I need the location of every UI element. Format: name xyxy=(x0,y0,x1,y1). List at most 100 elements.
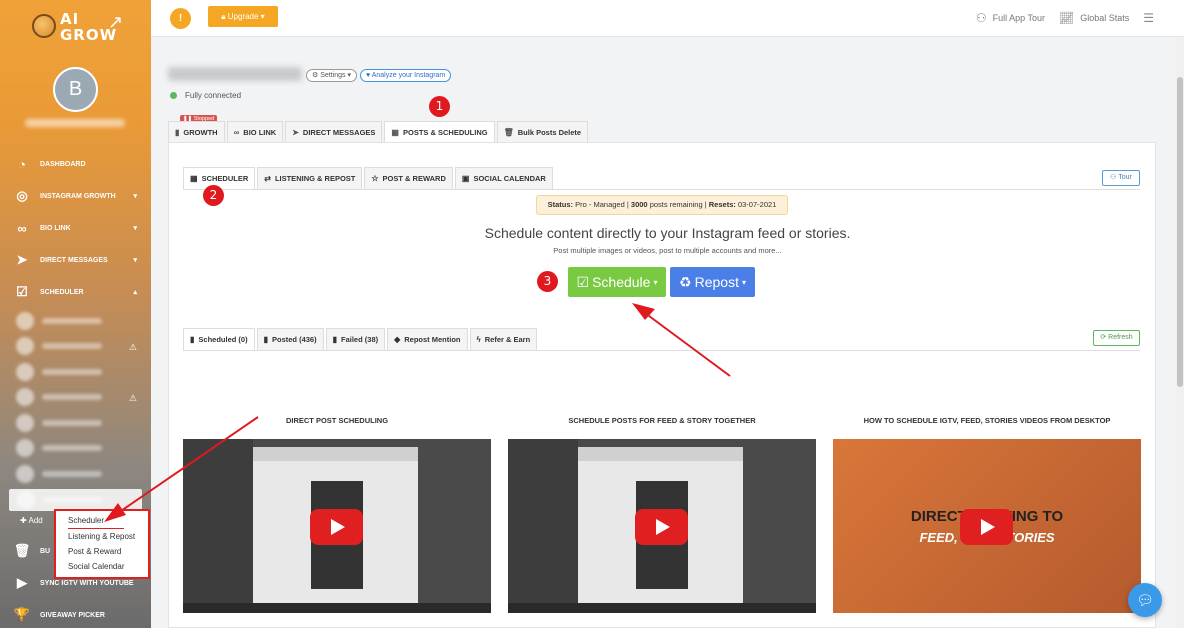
account-item[interactable] xyxy=(0,308,151,334)
alert-button[interactable]: ! xyxy=(170,8,191,29)
chevron-down-icon: ▾ xyxy=(133,257,137,264)
account-item-active[interactable] xyxy=(9,488,142,511)
account-item[interactable] xyxy=(0,359,151,385)
tab-repost-mention[interactable]: ◆ Repost Mention xyxy=(387,328,468,350)
upgrade-button[interactable]: 🔒︎ Upgrade ▾ xyxy=(208,6,278,27)
avatar[interactable]: B xyxy=(53,67,98,112)
account-item[interactable]: ⚠ xyxy=(0,385,151,411)
growth-arrow-icon: ↗ xyxy=(108,12,124,32)
video-title: DIRECT POST SCHEDULING xyxy=(285,416,389,425)
send-icon: ➤ xyxy=(292,127,299,137)
schedule-button[interactable]: ☑ Schedule ▾ xyxy=(568,267,666,297)
globe-icon xyxy=(32,14,56,38)
calendar-check-icon: ☑ xyxy=(576,273,590,290)
account-avatar xyxy=(16,439,34,458)
tab-bio-link[interactable]: ∞ BIO LINK xyxy=(226,121,284,142)
subtab-listening-repost[interactable]: ⇄ LISTENING & REPOST xyxy=(257,167,363,189)
chevron-down-icon: ▾ xyxy=(653,277,658,287)
divider xyxy=(183,350,1140,351)
play-icon[interactable] xyxy=(960,509,1013,545)
refresh-button[interactable]: ⟳ Refresh xyxy=(1093,330,1140,346)
topbar: ! 🔒︎ Upgrade ▾ ⚇ Full App Tour 📈︎ Global… xyxy=(151,0,1184,37)
bar-chart-icon: ▮ xyxy=(175,127,180,137)
play-icon[interactable] xyxy=(635,509,688,545)
account-avatar xyxy=(16,464,34,483)
video-thumbnail-igtv[interactable]: DIRECT POSTING TO FEED, IGTV, STORIES xyxy=(833,439,1141,613)
account-item[interactable]: ⚠ xyxy=(0,334,151,360)
app-logo[interactable]: AI GROW ↗ xyxy=(30,10,124,44)
bar-chart-icon: ▮ xyxy=(263,335,268,344)
tab-posts-scheduling[interactable]: ▦ POSTS & SCHEDULING xyxy=(384,121,495,143)
chevron-down-icon: ▾ xyxy=(133,193,137,200)
subtab-social-calendar[interactable]: ▣ SOCIAL CALENDAR xyxy=(454,167,553,189)
sidebar-item-label: GIVEAWAY PICKER xyxy=(40,611,105,619)
sidebar-item-instagram-growth[interactable]: ◎ INSTAGRAM GROWTH ▾ xyxy=(0,180,151,212)
sidebar-item-label: DASHBOARD xyxy=(40,160,86,168)
dashboard-icon: ◔ xyxy=(18,156,26,172)
sidebar-item-scheduler[interactable]: ☑ SCHEDULER ▴ xyxy=(0,276,151,308)
submenu-item-post-reward[interactable]: Post & Reward xyxy=(56,544,148,559)
calendar-alt-icon: ▣ xyxy=(461,174,470,183)
subtab-post-reward[interactable]: ☆ POST & REWARD xyxy=(364,167,453,189)
add-account-link[interactable]: ✚ Add xyxy=(20,516,43,525)
global-stats-link[interactable]: 📈︎ Global Stats xyxy=(1059,11,1129,25)
submenu-item-social-calendar[interactable]: Social Calendar xyxy=(56,559,148,574)
tab-posted[interactable]: ▮ Posted (436) xyxy=(256,328,324,350)
instagram-icon: ◎ xyxy=(16,188,28,203)
scrollbar[interactable] xyxy=(1176,37,1184,628)
username-blurred xyxy=(25,119,125,127)
tab-failed[interactable]: ▮ Failed (38) xyxy=(325,328,386,350)
video-thumbnail-feed-story[interactable] xyxy=(508,439,816,613)
sidebar-item-label: SCHEDULER xyxy=(40,288,84,296)
tab-growth[interactable]: ▮ GROWTH xyxy=(168,121,225,142)
play-icon[interactable] xyxy=(310,509,363,545)
account-avatar xyxy=(16,362,34,381)
plus-icon: ✚ xyxy=(20,516,27,525)
repost-button[interactable]: ♻ Repost ▾ xyxy=(670,267,755,297)
account-avatar xyxy=(16,388,34,407)
post-list-tabs: ▮ Scheduled (0) ▮ Posted (436) ▮ Failed (38… xyxy=(183,328,539,350)
bar-chart-icon: ▮ xyxy=(190,335,195,344)
main-tabs: ▮ GROWTH ∞ BIO LINK ➤ DIRECT MESSAGES ▦ POST… xyxy=(168,121,590,143)
account-item[interactable] xyxy=(0,436,151,462)
submenu-item-listening-repost[interactable]: Listening & Repost xyxy=(56,529,148,544)
calendar-check-icon: ☑ xyxy=(16,284,28,299)
tab-bulk-posts-delete[interactable]: 🗑︎ Bulk Posts Delete xyxy=(496,121,589,142)
submenu-item-scheduler[interactable]: Scheduler xyxy=(68,513,124,529)
account-item[interactable] xyxy=(0,461,151,487)
star-icon: ☆ xyxy=(371,174,379,183)
chevron-up-icon: ▴ xyxy=(133,289,137,296)
sub-tabs: ▦ SCHEDULER ⇄ LISTENING & REPOST ☆ POST & R… xyxy=(183,167,555,189)
settings-dropdown[interactable]: ⚙ Settings ▾ xyxy=(306,69,357,82)
scheduler-submenu: Scheduler Listening & Repost Post & Rewa… xyxy=(54,509,150,579)
tab-scheduled[interactable]: ▮ Scheduled (0) xyxy=(183,328,255,350)
connection-status: Fully connected xyxy=(170,91,241,100)
sidebar-item-giveaway[interactable]: 🏆 GIVEAWAY PICKER xyxy=(0,599,151,628)
sidebar-nav: ◔ DASHBOARD ◎ INSTAGRAM GROWTH ▾ ∞ BIO L… xyxy=(0,148,151,511)
sidebar-item-label: SYNC IGTV WITH YOUTUBE xyxy=(40,579,134,587)
sidebar-item-label: DIRECT MESSAGES xyxy=(40,256,108,264)
chat-bubble-icon[interactable]: 💬︎ xyxy=(1128,583,1162,617)
refresh-icon: ⟳ xyxy=(1100,334,1109,341)
warning-icon: ⚠ xyxy=(128,392,137,403)
video-thumbnail-direct-post[interactable] xyxy=(183,439,491,613)
tab-direct-messages[interactable]: ➤ DIRECT MESSAGES xyxy=(285,121,383,142)
annotation-badge-3: 3 xyxy=(537,271,558,292)
binoculars-icon: ⚇ xyxy=(975,11,987,25)
tab-refer-earn[interactable]: ϟ Refer & Earn xyxy=(469,328,538,350)
tour-button[interactable]: ⚇ Tour xyxy=(1102,170,1140,186)
account-avatar xyxy=(17,490,35,509)
full-app-tour-link[interactable]: ⚇ Full App Tour xyxy=(976,11,1045,25)
menu-button[interactable]: ☰ xyxy=(1143,11,1160,25)
hamburger-icon: ☰ xyxy=(1143,11,1154,25)
account-name-blurred xyxy=(168,67,302,81)
sidebar-item-dashboard[interactable]: ◔ DASHBOARD xyxy=(0,148,151,180)
hero-title: Schedule content directly to your Instag… xyxy=(484,225,851,241)
status-badge: Status: Pro - Managed | 3000 posts remai… xyxy=(536,195,788,215)
recycle-icon: ♻ xyxy=(679,273,692,290)
analyze-instagram-button[interactable]: ♥ Analyze your Instagram xyxy=(360,69,452,82)
trash-icon: 🗑 xyxy=(13,543,31,558)
account-avatar xyxy=(16,413,34,432)
hero-subtitle: Post multiple images or videos, post to … xyxy=(553,246,782,255)
account-item[interactable] xyxy=(0,410,151,436)
